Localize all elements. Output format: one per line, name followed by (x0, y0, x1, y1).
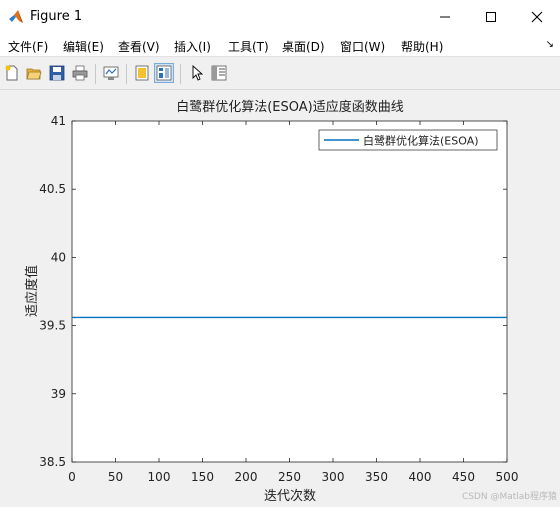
x-tick-label: 150 (191, 470, 214, 484)
open-file-button[interactable] (24, 63, 44, 83)
save-icon (49, 65, 65, 81)
maximize-button[interactable] (468, 0, 514, 34)
show-plot-tools-icon (156, 65, 172, 81)
x-tick-label: 100 (148, 470, 171, 484)
y-tick-label: 38.5 (39, 455, 66, 469)
x-tick-label: 350 (365, 470, 388, 484)
menu-view[interactable]: 查看(V) (118, 38, 160, 55)
menu-help[interactable]: 帮助(H) (401, 38, 443, 55)
menu-window[interactable]: 窗口(W) (340, 38, 385, 55)
x-tick-label: 500 (496, 470, 519, 484)
figure-toolbar (0, 56, 560, 90)
link-plot-icon (103, 66, 119, 80)
legend[interactable]: 白鹭群优化算法(ESOA) (318, 129, 498, 151)
x-tick-label: 250 (278, 470, 301, 484)
menubar-dock-arrow-icon[interactable]: ↘ (546, 39, 554, 50)
menu-insert[interactable]: 插入(I) (174, 38, 211, 55)
window-title: Figure 1 (30, 9, 83, 24)
y-tick-label: 39.5 (39, 319, 66, 333)
maximize-icon (486, 12, 496, 22)
x-tick-label: 50 (108, 470, 123, 484)
new-figure-icon (5, 65, 18, 81)
x-tick-label: 400 (409, 470, 432, 484)
plot-canvas: 白鹭群优化算法(ESOA)适应度函数曲线 0 50 100 150 200 250 300 3… (24, 99, 557, 504)
edit-plot-button[interactable] (187, 63, 207, 83)
save-button[interactable] (47, 63, 67, 83)
x-axis-label: 迭代次数 (264, 488, 316, 504)
title-bar: Figure 1 (0, 0, 560, 34)
hide-plot-tools-icon (135, 65, 149, 81)
print-button[interactable] (70, 63, 90, 83)
toolbar-separator (180, 64, 181, 84)
y-tick-label: 40.5 (39, 182, 66, 196)
menu-tools[interactable]: 工具(T) (228, 38, 269, 55)
close-icon (531, 11, 543, 23)
figure-canvas[interactable]: 白鹭群优化算法(ESOA)适应度函数曲线 0 50 100 150 200 250 300 3… (0, 90, 560, 507)
new-figure-button[interactable] (2, 63, 22, 83)
show-plot-tools-button[interactable] (154, 63, 174, 83)
matlab-logo-icon (9, 10, 23, 23)
y-tick-label: 40 (51, 250, 66, 264)
close-button[interactable] (514, 0, 560, 34)
watermark-text: CSDN @Matlab程序猿 (462, 490, 557, 502)
property-inspector-button[interactable] (209, 63, 229, 83)
menu-bar: 文件(F) 编辑(E) 查看(V) 插入(I) 工具(T) 桌面(D) 窗口(W… (0, 34, 560, 56)
link-plot-button[interactable] (101, 63, 121, 83)
toolbar-separator (95, 64, 96, 84)
x-tick-label: 450 (452, 470, 475, 484)
plot-title: 白鹭群优化算法(ESOA)适应度函数曲线 (176, 99, 404, 115)
menu-desktop[interactable]: 桌面(D) (282, 38, 325, 55)
toolbar-separator (126, 64, 127, 84)
x-tick-label: 0 (68, 470, 76, 484)
menu-edit[interactable]: 编辑(E) (63, 38, 104, 55)
minimize-button[interactable] (422, 0, 468, 34)
minimize-icon (440, 16, 450, 18)
y-tick-label: 39 (51, 387, 66, 401)
axes-box[interactable] (71, 120, 508, 463)
y-axis-label: 适应度值 (24, 265, 40, 317)
edit-plot-arrow-icon (192, 65, 204, 81)
hide-plot-tools-button[interactable] (132, 63, 152, 83)
open-file-icon (26, 68, 42, 80)
y-tick-label: 41 (51, 114, 66, 128)
menu-file[interactable]: 文件(F) (8, 38, 48, 55)
x-tick-label: 200 (235, 470, 258, 484)
legend-entry-label: 白鹭群优化算法(ESOA) (363, 134, 479, 148)
print-icon (72, 65, 88, 81)
property-inspector-icon (211, 65, 227, 81)
x-tick-label: 300 (322, 470, 345, 484)
